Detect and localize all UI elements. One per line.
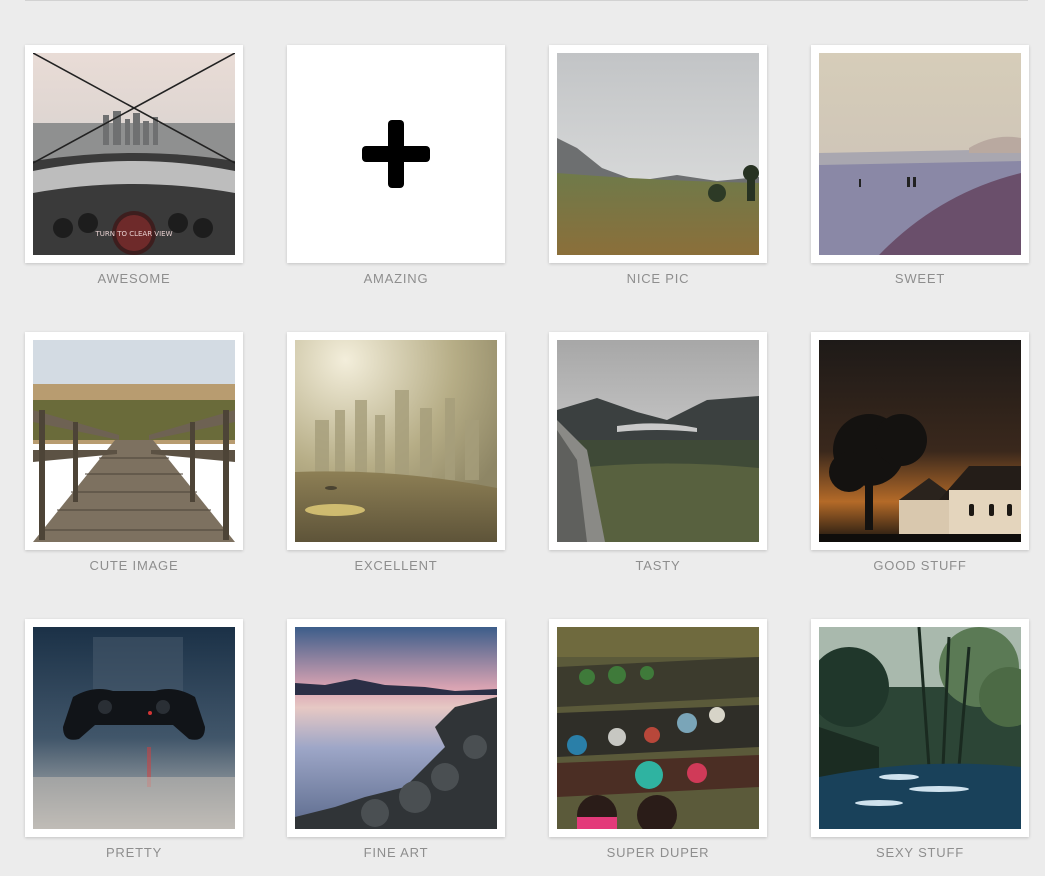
image-caption: EXCELLENT bbox=[354, 558, 438, 573]
image-caption: SWEET bbox=[894, 271, 946, 286]
gallery-item: SWEET bbox=[811, 45, 1029, 286]
thumbnail-card[interactable]: TURN TO CLEAR VIEW bbox=[25, 45, 243, 263]
gallery-item: PRETTY bbox=[25, 619, 243, 860]
gallery-item: EXCELLENT bbox=[287, 332, 505, 573]
thumbnail-card[interactable] bbox=[549, 45, 767, 263]
image-caption: GOOD STUFF bbox=[873, 558, 967, 573]
gallery-item: SUPER DUPER bbox=[549, 619, 767, 860]
floating-market-photo bbox=[557, 627, 759, 829]
thumbnail-card[interactable] bbox=[811, 45, 1029, 263]
top-divider bbox=[25, 0, 1028, 1]
thumbnail-card[interactable] bbox=[549, 619, 767, 837]
highland-valley-photo bbox=[557, 340, 759, 542]
gallery-item: FINE ART bbox=[287, 619, 505, 860]
image-caption: AMAZING bbox=[363, 271, 429, 286]
image-caption: FINE ART bbox=[363, 845, 429, 860]
game-controller-photo bbox=[33, 627, 235, 829]
gallery-item: SEXY STUFF bbox=[811, 619, 1029, 860]
church-night-photo bbox=[819, 340, 1021, 542]
plus-icon bbox=[362, 120, 430, 188]
hazy-city-lake-photo bbox=[295, 340, 497, 542]
image-gallery: TURN TO CLEAR VIEW AWESOME AMAZING NICE … bbox=[25, 45, 1029, 860]
thumbnail-card[interactable] bbox=[549, 332, 767, 550]
gallery-item: NICE PIC bbox=[549, 45, 767, 286]
gallery-item: TURN TO CLEAR VIEW AWESOME bbox=[25, 45, 243, 286]
add-image-button[interactable] bbox=[287, 45, 505, 263]
thumbnail-card[interactable] bbox=[25, 619, 243, 837]
thumbnail-card[interactable] bbox=[25, 332, 243, 550]
gallery-item: TASTY bbox=[549, 332, 767, 573]
thumbnail-card[interactable] bbox=[287, 619, 505, 837]
city-skyline-photo: TURN TO CLEAR VIEW bbox=[33, 53, 235, 255]
image-caption: TASTY bbox=[635, 558, 681, 573]
boardwalk-bridge-photo bbox=[33, 340, 235, 542]
thumbnail-card[interactable] bbox=[811, 619, 1029, 837]
gallery-item: CUTE IMAGE bbox=[25, 332, 243, 573]
image-caption: NICE PIC bbox=[626, 271, 690, 286]
image-caption: SEXY STUFF bbox=[876, 845, 964, 860]
rocky-lake-sunset-photo bbox=[295, 627, 497, 829]
image-caption: CUTE IMAGE bbox=[89, 558, 179, 573]
thumbnail-card[interactable] bbox=[287, 332, 505, 550]
image-caption: PRETTY bbox=[105, 845, 163, 860]
gallery-item: GOOD STUFF bbox=[811, 332, 1029, 573]
forest-stream-photo bbox=[819, 627, 1021, 829]
sign-text: TURN TO CLEAR VIEW bbox=[94, 230, 172, 238]
misty-beach-photo bbox=[819, 53, 1021, 255]
mountain-valley-photo bbox=[557, 53, 759, 255]
image-caption: AWESOME bbox=[97, 271, 171, 286]
thumbnail-card[interactable] bbox=[811, 332, 1029, 550]
image-caption: SUPER DUPER bbox=[606, 845, 710, 860]
gallery-item: AMAZING bbox=[287, 45, 505, 286]
